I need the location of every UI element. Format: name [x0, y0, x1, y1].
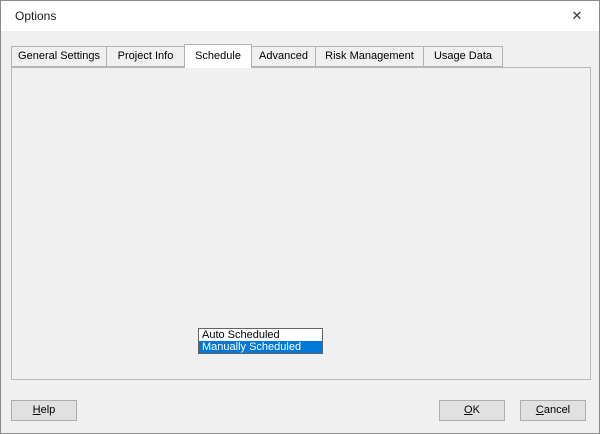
tab-advanced[interactable]: Advanced: [251, 46, 316, 67]
dialog-title: Options: [15, 9, 57, 23]
tab-project-info[interactable]: Project Info: [106, 46, 185, 67]
options-dialog: Options ✕ General Settings Project Info …: [0, 0, 600, 434]
close-icon[interactable]: ✕: [567, 7, 587, 25]
help-button[interactable]: Help: [11, 400, 77, 421]
tab-general-settings[interactable]: General Settings: [11, 46, 107, 67]
title-bar: Options ✕: [1, 1, 599, 31]
dropdown-option-auto-scheduled[interactable]: Auto Scheduled: [199, 329, 322, 341]
tab-schedule[interactable]: Schedule: [184, 44, 252, 68]
cancel-button[interactable]: Cancel: [520, 400, 586, 421]
tab-usage-data[interactable]: Usage Data: [423, 46, 503, 67]
dropdown-option-manually-scheduled[interactable]: Manually Scheduled: [199, 341, 322, 353]
tab-risk-management[interactable]: Risk Management: [315, 46, 424, 67]
ok-button[interactable]: OK: [439, 400, 505, 421]
new-tasks-created-dropdown-list: Auto Scheduled Manually Scheduled: [198, 328, 323, 354]
tab-strip: General Settings Project Info Schedule A…: [11, 44, 503, 68]
